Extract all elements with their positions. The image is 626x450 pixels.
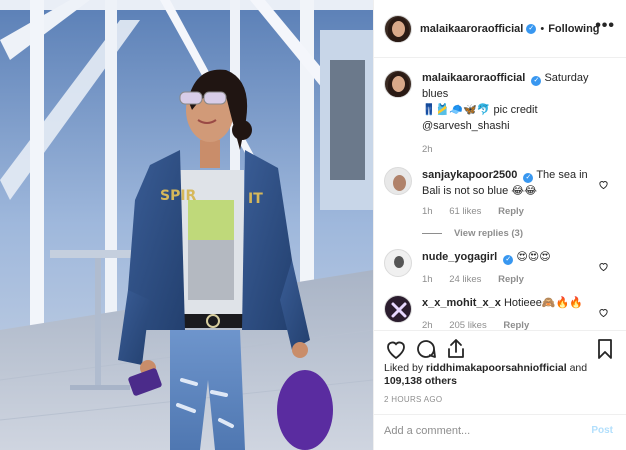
- author-avatar[interactable]: [384, 14, 412, 43]
- liked-by-others[interactable]: 109,138 others: [384, 375, 457, 387]
- comment-text: x_x_mohit_x_x Hotieee🙈🔥🔥: [422, 295, 617, 311]
- like-comment-heart-icon[interactable]: [598, 261, 609, 272]
- liked-by-prefix: Liked by: [384, 362, 424, 374]
- share-icon[interactable]: [444, 337, 468, 361]
- comment-time: 2h: [422, 320, 433, 330]
- like-comment-heart-icon[interactable]: [598, 179, 609, 190]
- svg-text:SPIR: SPIR: [160, 188, 197, 204]
- comment-time: 1h: [422, 274, 433, 285]
- verified-badge-icon: ✓: [531, 76, 542, 86]
- comment-meta: 1h 24 likes Reply: [422, 274, 617, 285]
- author-username[interactable]: malaikaaroraofficial: [420, 23, 523, 35]
- add-comment-input[interactable]: [384, 422, 564, 440]
- verified-badge-icon: ✓: [526, 23, 537, 34]
- comment-icon[interactable]: [414, 337, 438, 361]
- post-actions: Liked by riddhimakapoorsahniofficial and…: [374, 330, 626, 446]
- heart-icon[interactable]: [384, 337, 408, 361]
- comment-username[interactable]: sanjaykapoor2500: [422, 169, 517, 181]
- comment-likes[interactable]: 61 likes: [449, 206, 481, 217]
- post-header: malaikaaroraofficial ✓ • Following •••: [374, 0, 626, 58]
- comment-body: Hotieee🙈🔥🔥: [503, 297, 583, 309]
- reply-button[interactable]: Reply: [498, 206, 524, 217]
- post-photo[interactable]: SPIR IT: [0, 0, 373, 450]
- like-comment-heart-icon[interactable]: [598, 307, 609, 318]
- caption: malaikaaroraofficial ✓ Saturday blues 👖🎽…: [384, 70, 617, 155]
- photo-illustration: SPIR IT: [0, 0, 373, 450]
- post-time-ago: 2 HOURS AGO: [384, 395, 443, 404]
- comment-meta: 2h 205 likes Reply: [422, 320, 617, 330]
- comment-likes[interactable]: 205 likes: [449, 320, 487, 330]
- liked-by-and: and: [569, 362, 588, 374]
- post-side-panel: malaikaaroraofficial ✓ • Following ••• m…: [373, 0, 626, 450]
- caption-emojis: 👖🎽🧢🦋🐬 pic credit: [422, 104, 538, 116]
- comment-body: 😍😍😍: [516, 251, 551, 263]
- comment-item: x_x_mohit_x_x Hotieee🙈🔥🔥 2h 205 likes Re…: [384, 295, 617, 330]
- post-comment-button[interactable]: Post: [591, 425, 613, 436]
- comment-item: sanjaykapoor2500 ✓ The sea in Bali is no…: [384, 167, 617, 239]
- commenter-avatar[interactable]: [384, 167, 412, 195]
- liked-by-user[interactable]: riddhimakapoorsahniofficial: [426, 362, 567, 374]
- commenter-avatar[interactable]: [384, 249, 412, 277]
- reply-button[interactable]: Reply: [498, 274, 524, 285]
- reply-button[interactable]: Reply: [503, 320, 529, 330]
- comment-username[interactable]: x_x_mohit_x_x: [422, 297, 501, 309]
- verified-badge-icon: ✓: [503, 255, 514, 265]
- view-replies-button[interactable]: View replies (3): [422, 228, 617, 239]
- more-options-icon[interactable]: •••: [595, 17, 615, 35]
- caption-credit-link[interactable]: @sarvesh_shashi: [422, 120, 510, 132]
- separator-dot: •: [540, 22, 545, 35]
- caption-time: 2h: [422, 144, 433, 155]
- bookmark-icon[interactable]: [593, 337, 617, 361]
- caption-text: malaikaaroraofficial ✓ Saturday blues 👖🎽…: [422, 70, 617, 134]
- liked-by: Liked by riddhimakapoorsahniofficial and…: [384, 362, 614, 388]
- comments-list[interactable]: malaikaaroraofficial ✓ Saturday blues 👖🎽…: [374, 58, 626, 330]
- view-replies-label: View replies (3): [454, 228, 523, 239]
- comment-meta: 1h 61 likes Reply: [422, 206, 617, 217]
- caption-meta: 2h: [422, 144, 617, 155]
- comment-likes[interactable]: 24 likes: [449, 274, 481, 285]
- avatar-x-icon: [391, 302, 407, 318]
- verified-badge-icon: ✓: [523, 173, 534, 183]
- view-replies-line: [422, 233, 442, 234]
- author-avatar[interactable]: [384, 70, 412, 98]
- svg-text:IT: IT: [248, 191, 263, 207]
- commenter-avatar[interactable]: [384, 295, 412, 323]
- action-icons: [384, 337, 617, 363]
- following-button[interactable]: Following: [548, 23, 599, 35]
- caption-username[interactable]: malaikaaroraofficial: [422, 72, 525, 84]
- comment-item: nude_yogagirl ✓ 😍😍😍 1h 24 likes Reply: [384, 249, 617, 285]
- add-comment-bar: Post: [374, 414, 626, 446]
- comment-text: sanjaykapoor2500 ✓ The sea in Bali is no…: [422, 167, 617, 199]
- comment-text: nude_yogagirl ✓ 😍😍😍: [422, 249, 617, 265]
- instagram-post: SPIR IT malaikaaroraofficial ✓ • Followi…: [0, 0, 626, 450]
- comment-username[interactable]: nude_yogagirl: [422, 251, 497, 263]
- comment-time: 1h: [422, 206, 433, 217]
